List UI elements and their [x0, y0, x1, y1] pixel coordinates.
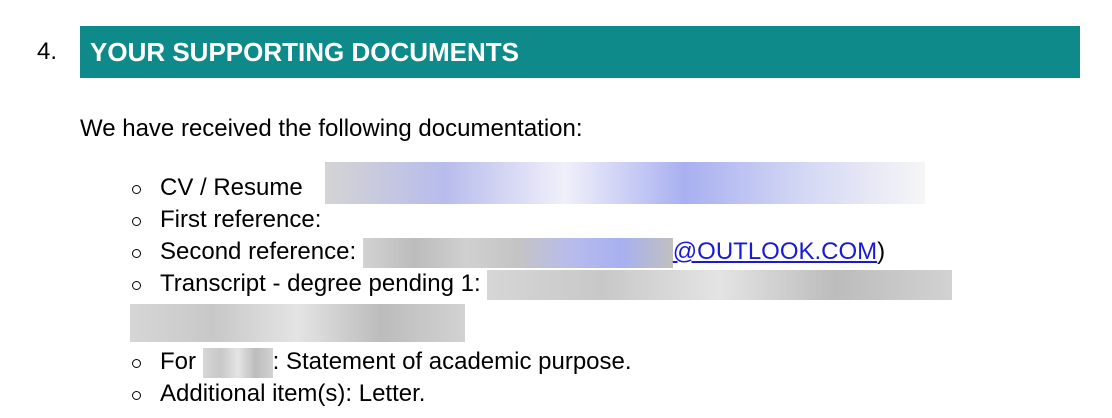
- redacted-block: [325, 162, 926, 204]
- item-label: Second reference:: [160, 238, 357, 265]
- redacted-block: [362, 237, 673, 268]
- item-label: CV / Resume: [160, 174, 303, 201]
- list-item: Additional item(s): Letter.: [130, 378, 952, 410]
- section-header: YOUR SUPPORTING DOCUMENTS: [80, 26, 1080, 78]
- list-item-continuation: [130, 300, 952, 346]
- item-label: Transcript - degree pending 1:: [160, 270, 481, 297]
- redacted-block: [130, 304, 465, 342]
- closing-paren: ): [877, 238, 886, 265]
- item-label: Additional item(s): Letter.: [160, 380, 426, 407]
- section-number: 4.: [37, 38, 58, 65]
- documents-list: CV / Resume First reference: Second refe…: [130, 162, 953, 410]
- item-label: : Statement of academic purpose.: [272, 348, 632, 375]
- redacted-block: [487, 269, 953, 300]
- reference-email-link[interactable]: @OUTLOOK.COM: [673, 238, 877, 265]
- redacted-block: [202, 347, 273, 378]
- list-item: Second reference: @OUTLOOK.COM): [130, 236, 952, 268]
- list-item: For : Statement of academic purpose.: [130, 346, 952, 378]
- list-item: Transcript - degree pending 1:: [130, 268, 953, 300]
- list-item: First reference:: [130, 162, 952, 236]
- item-prefix: For: [160, 348, 196, 375]
- item-label: First reference:: [160, 206, 322, 233]
- intro-text: We have received the following documenta…: [80, 115, 583, 142]
